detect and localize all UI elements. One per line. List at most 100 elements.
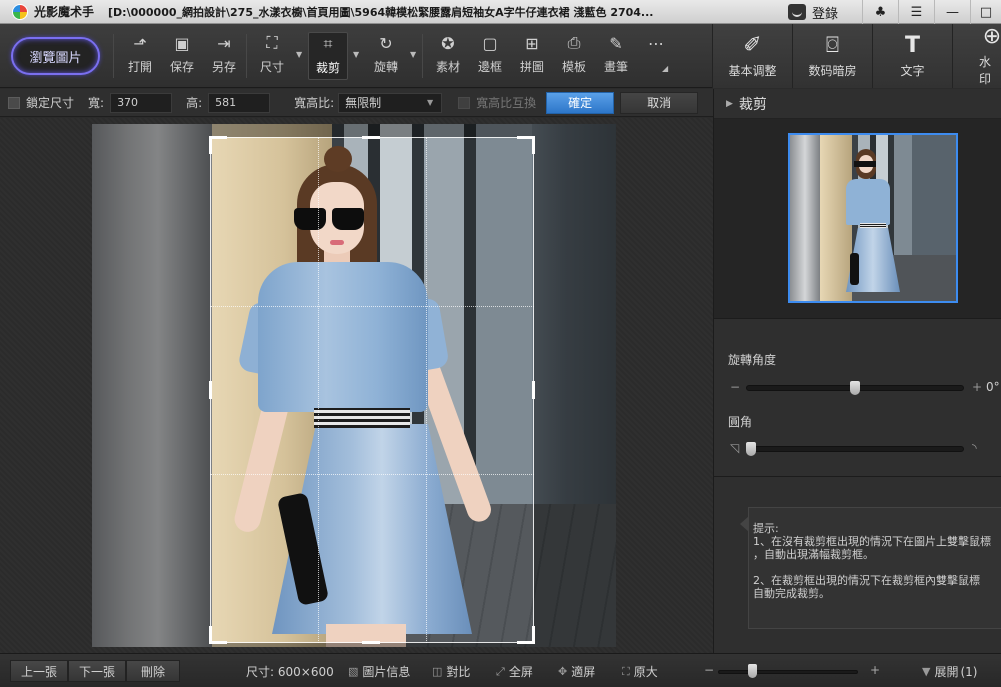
hint-box: 提示: 1、在沒有裁剪框出現的情況下在圖片上雙擊鼠標 ，自動出現滿幅裁剪框。 2… xyxy=(740,507,1001,629)
crop-grid-line xyxy=(210,474,534,475)
rotate-dropdown-icon[interactable]: ▼ xyxy=(410,50,416,59)
tool-label: 模板 xyxy=(561,60,586,74)
prev-image-button[interactable]: 上一張 xyxy=(10,660,68,682)
tool-collage[interactable]: ⊞ 拼圖 xyxy=(512,32,552,80)
skin-icon: ♣ xyxy=(874,4,887,20)
tool-darkroom[interactable]: ⌼ 数码暗房 xyxy=(792,24,872,88)
crop-shade xyxy=(92,124,210,647)
crop-section-header[interactable]: ▶ 裁剪 xyxy=(714,89,1001,119)
crop-handle-top[interactable] xyxy=(362,136,380,139)
toolbar-divider xyxy=(246,34,247,78)
resize-dropdown-icon[interactable]: ▼ xyxy=(296,50,302,59)
frame-icon: ▢ xyxy=(482,33,498,53)
tool-frame[interactable]: ▢ 邊框 xyxy=(470,32,510,80)
original-size-label: 原大 xyxy=(633,665,658,679)
crop-handle-bottom[interactable] xyxy=(362,641,380,644)
square-corner-icon: ◹ xyxy=(730,441,740,455)
expand-button[interactable]: ▼ 展開 (1) xyxy=(922,663,977,680)
crop-handle-bottom-right[interactable] xyxy=(517,626,535,644)
compare-label: 對比 xyxy=(446,665,471,679)
menu-button[interactable]: ☰ xyxy=(898,0,934,24)
compare-button[interactable]: ◫ 對比 xyxy=(432,663,470,680)
tool-basic-adjust[interactable]: ✐ 基本调整 xyxy=(712,24,792,88)
save-as-icon: ⇥ xyxy=(217,33,231,53)
crop-handle-top-left[interactable] xyxy=(209,136,227,154)
rotation-slider-thumb[interactable] xyxy=(850,381,860,395)
fit-screen-button[interactable]: ✥ 適屏 xyxy=(558,663,595,680)
crop-border xyxy=(210,137,534,643)
swap-ratio-checkbox[interactable] xyxy=(458,96,471,109)
tool-resize[interactable]: ⛶ 尺寸 xyxy=(252,32,292,80)
tool-label: 裁剪 xyxy=(315,61,340,75)
image-info-button[interactable]: ▧ 圖片信息 xyxy=(348,663,410,680)
rotate-icon: ↻ xyxy=(379,33,393,53)
confirm-crop-button[interactable]: 確定 xyxy=(546,91,615,114)
login-button[interactable]: 登錄 xyxy=(788,2,838,22)
open-icon: ⬏ xyxy=(133,33,147,53)
tool-crop[interactable]: ⌗ 裁剪 xyxy=(308,32,348,80)
material-icon: ✪ xyxy=(441,33,455,53)
height-input[interactable]: 581 xyxy=(208,92,271,113)
zoom-slider-track[interactable] xyxy=(718,670,858,674)
lock-size-checkbox[interactable] xyxy=(8,96,20,109)
preview-thumbnail[interactable] xyxy=(788,133,958,303)
zoom-in-button[interactable]: + xyxy=(870,663,880,677)
tool-more[interactable]: ⋯ xyxy=(636,32,676,80)
window-title: [D:\000000_網拍設計\275_水漾衣櫥\首頁用圖\5964韓模松緊腰露… xyxy=(108,5,654,19)
tool-label: 文字 xyxy=(900,63,925,78)
rotation-increase-button[interactable]: + xyxy=(972,380,982,394)
minimize-button[interactable]: — xyxy=(934,0,970,24)
expand-label: 展開 xyxy=(934,665,959,679)
hint-line: 自動完成裁剪。 xyxy=(753,587,830,600)
login-label: 登錄 xyxy=(812,6,839,22)
crop-handle-top-right[interactable] xyxy=(517,136,535,154)
delete-image-button[interactable]: 刪除 xyxy=(126,660,180,682)
tool-label: 尺寸 xyxy=(259,60,284,74)
crop-handle-bottom-left[interactable] xyxy=(209,626,227,644)
crop-dropdown-icon[interactable]: ▼ xyxy=(353,50,359,59)
rotation-decrease-button[interactable]: − xyxy=(730,380,740,394)
tool-save-as[interactable]: ⇥ 另存 xyxy=(204,32,244,80)
maximize-button[interactable]: □ xyxy=(970,0,1001,24)
rotation-label: 旋轉角度 xyxy=(728,353,777,367)
original-size-button[interactable]: ⛶ 原大 xyxy=(622,663,658,680)
tool-save[interactable]: ▣ 保存 xyxy=(162,32,202,80)
expand-count: (1) xyxy=(960,664,978,679)
status-bar: 上一張 下一張 刪除 尺寸: 600×600 ▧ 圖片信息 ◫ 對比 ⤢ 全屏 ✥ 適屏… xyxy=(0,653,1001,687)
tool-text[interactable]: T 文字 xyxy=(872,24,952,88)
crop-handle-right[interactable] xyxy=(532,381,535,399)
tool-label: 数码暗房 xyxy=(808,63,857,78)
zoom-out-button[interactable]: − xyxy=(704,663,714,677)
tool-open[interactable]: ⬏ 打開 xyxy=(120,32,160,80)
tool-rotate[interactable]: ↻ 旋轉 xyxy=(366,32,406,80)
ratio-select[interactable]: 無限制 xyxy=(338,92,443,113)
save-icon: ▣ xyxy=(174,33,190,53)
corner-slider-track[interactable] xyxy=(746,446,964,452)
tool-watermark[interactable]: ⊕ 水印 xyxy=(952,24,1001,88)
toolbar-expand-icon[interactable]: ◢ xyxy=(662,64,668,73)
fullscreen-button[interactable]: ⤢ 全屏 xyxy=(496,663,533,680)
tool-label: 另存 xyxy=(211,60,236,74)
title-bar: 光影魔术手 [D:\000000_網拍設計\275_水漾衣櫥\首頁用圖\5964… xyxy=(0,0,1001,24)
fit-screen-label: 適屏 xyxy=(571,665,596,679)
cancel-crop-button[interactable]: 取消 xyxy=(620,91,699,114)
section-title: 裁剪 xyxy=(738,96,767,113)
next-image-button[interactable]: 下一張 xyxy=(68,660,126,682)
image-canvas[interactable] xyxy=(0,118,713,653)
browse-images-button[interactable]: 瀏覽圖片 xyxy=(11,37,100,75)
compare-icon: ◫ xyxy=(432,665,443,678)
crop-handle-left[interactable] xyxy=(209,381,212,399)
hint-line: 提示: xyxy=(753,522,779,535)
watermark-icon: ⊕ xyxy=(982,24,1001,49)
tool-template[interactable]: ⎙ 模板 xyxy=(554,32,594,80)
crop-grid-line xyxy=(318,137,319,643)
corner-slider-thumb[interactable] xyxy=(746,442,756,456)
width-input[interactable]: 370 xyxy=(110,92,173,113)
zoom-slider-thumb[interactable] xyxy=(748,664,757,678)
hint-line xyxy=(753,561,997,574)
tool-brush[interactable]: ✎ 畫筆 xyxy=(596,32,636,80)
tool-material[interactable]: ✪ 素材 xyxy=(428,32,468,80)
crop-box[interactable] xyxy=(209,136,535,644)
skin-button[interactable]: ♣ xyxy=(862,0,898,24)
crop-grid-line xyxy=(426,137,427,643)
